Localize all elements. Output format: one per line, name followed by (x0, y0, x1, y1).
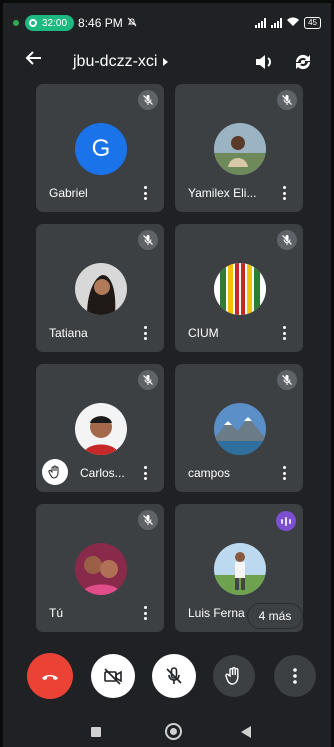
end-call-button[interactable] (27, 653, 73, 699)
more-vert-icon[interactable] (282, 466, 286, 480)
more-vert-icon[interactable] (143, 326, 147, 340)
more-vert-icon[interactable] (143, 186, 147, 200)
avatar-initial: G (91, 135, 111, 162)
mic-off-icon (166, 667, 182, 684)
call-timer-pill[interactable]: 32:00 (25, 15, 75, 31)
raise-hand-button[interactable] (213, 655, 255, 697)
camera-toggle-button[interactable] (91, 654, 135, 698)
photo-avatar (214, 263, 266, 315)
participant-tile[interactable]: Carlos... (36, 364, 164, 492)
participant-tile[interactable]: campos (175, 364, 303, 492)
participant-name: Tatiana (49, 326, 88, 340)
mic-off-icon (277, 90, 297, 110)
switch-camera-icon[interactable] (292, 51, 314, 73)
mic-toggle-button[interactable] (152, 654, 196, 698)
status-bar: 32:00 8:46 PM 45 (3, 3, 331, 43)
system-nav-bar (3, 713, 331, 747)
more-vert-icon (293, 668, 297, 684)
photo-avatar (214, 123, 266, 175)
raised-hand-badge (42, 459, 68, 485)
videocam-off-icon (104, 668, 122, 685)
letter-avatar: G (75, 123, 127, 175)
signal-icon-2 (271, 18, 283, 28)
photo-avatar (75, 263, 127, 315)
participant-name: Tú (49, 606, 64, 620)
meeting-code-label: jbu-dczz-xci (73, 53, 158, 70)
home-icon[interactable] (165, 723, 182, 740)
participant-tile[interactable]: Tatiana (36, 224, 164, 352)
speaker-icon[interactable] (253, 51, 275, 73)
nav-back-icon[interactable] (241, 726, 251, 738)
chevron-right-icon (163, 58, 169, 66)
speaking-indicator-icon (276, 511, 296, 531)
meeting-code[interactable]: jbu-dczz-xci (73, 53, 169, 71)
photo-avatar (75, 543, 127, 595)
recents-icon[interactable] (91, 727, 101, 737)
hand-icon (225, 667, 239, 685)
meet-call-screen: 32:00 8:46 PM 45 jbu-dczz-xci G Gabriel … (0, 0, 334, 747)
mic-off-icon (277, 370, 297, 390)
photo-avatar (214, 543, 266, 595)
mic-off-icon (138, 370, 158, 390)
participant-tile[interactable]: Yamilex Eli... (175, 84, 303, 212)
participant-tile[interactable]: CIUM (175, 224, 303, 352)
participant-name: Luis Ferna (188, 606, 245, 620)
mic-off-icon (138, 510, 158, 530)
participant-tile[interactable]: G Gabriel (36, 84, 164, 212)
back-arrow-icon[interactable] (25, 49, 43, 71)
record-icon (29, 19, 37, 27)
call-timer: 32:00 (42, 17, 68, 29)
more-vert-icon[interactable] (143, 466, 147, 480)
meeting-top-bar: jbu-dczz-xci (3, 43, 331, 81)
participant-name: Gabriel (49, 186, 88, 200)
more-options-button[interactable] (274, 655, 316, 697)
signal-icon (255, 18, 267, 28)
more-vert-icon[interactable] (282, 186, 286, 200)
more-participants-button[interactable]: 4 más (248, 604, 302, 628)
participant-tile[interactable]: Tú (36, 504, 164, 632)
phone-hangup-icon (42, 675, 58, 680)
active-indicator-icon (13, 20, 19, 26)
participant-name: campos (188, 466, 231, 480)
more-vert-icon[interactable] (282, 326, 286, 340)
notifications-muted-icon (127, 17, 137, 30)
more-vert-icon[interactable] (143, 606, 147, 620)
mic-off-icon (138, 230, 158, 250)
mic-off-icon (277, 230, 297, 250)
participant-name: Yamilex Eli... (188, 186, 257, 200)
mic-off-icon (138, 90, 158, 110)
participant-name: Carlos... (80, 466, 125, 480)
battery-icon: 45 (304, 17, 321, 29)
status-icons: 45 (255, 17, 321, 30)
photo-avatar (214, 403, 266, 455)
clock: 8:46 PM (78, 16, 123, 30)
wifi-icon (287, 17, 300, 30)
participant-name: CIUM (188, 326, 219, 340)
photo-avatar (75, 403, 127, 455)
